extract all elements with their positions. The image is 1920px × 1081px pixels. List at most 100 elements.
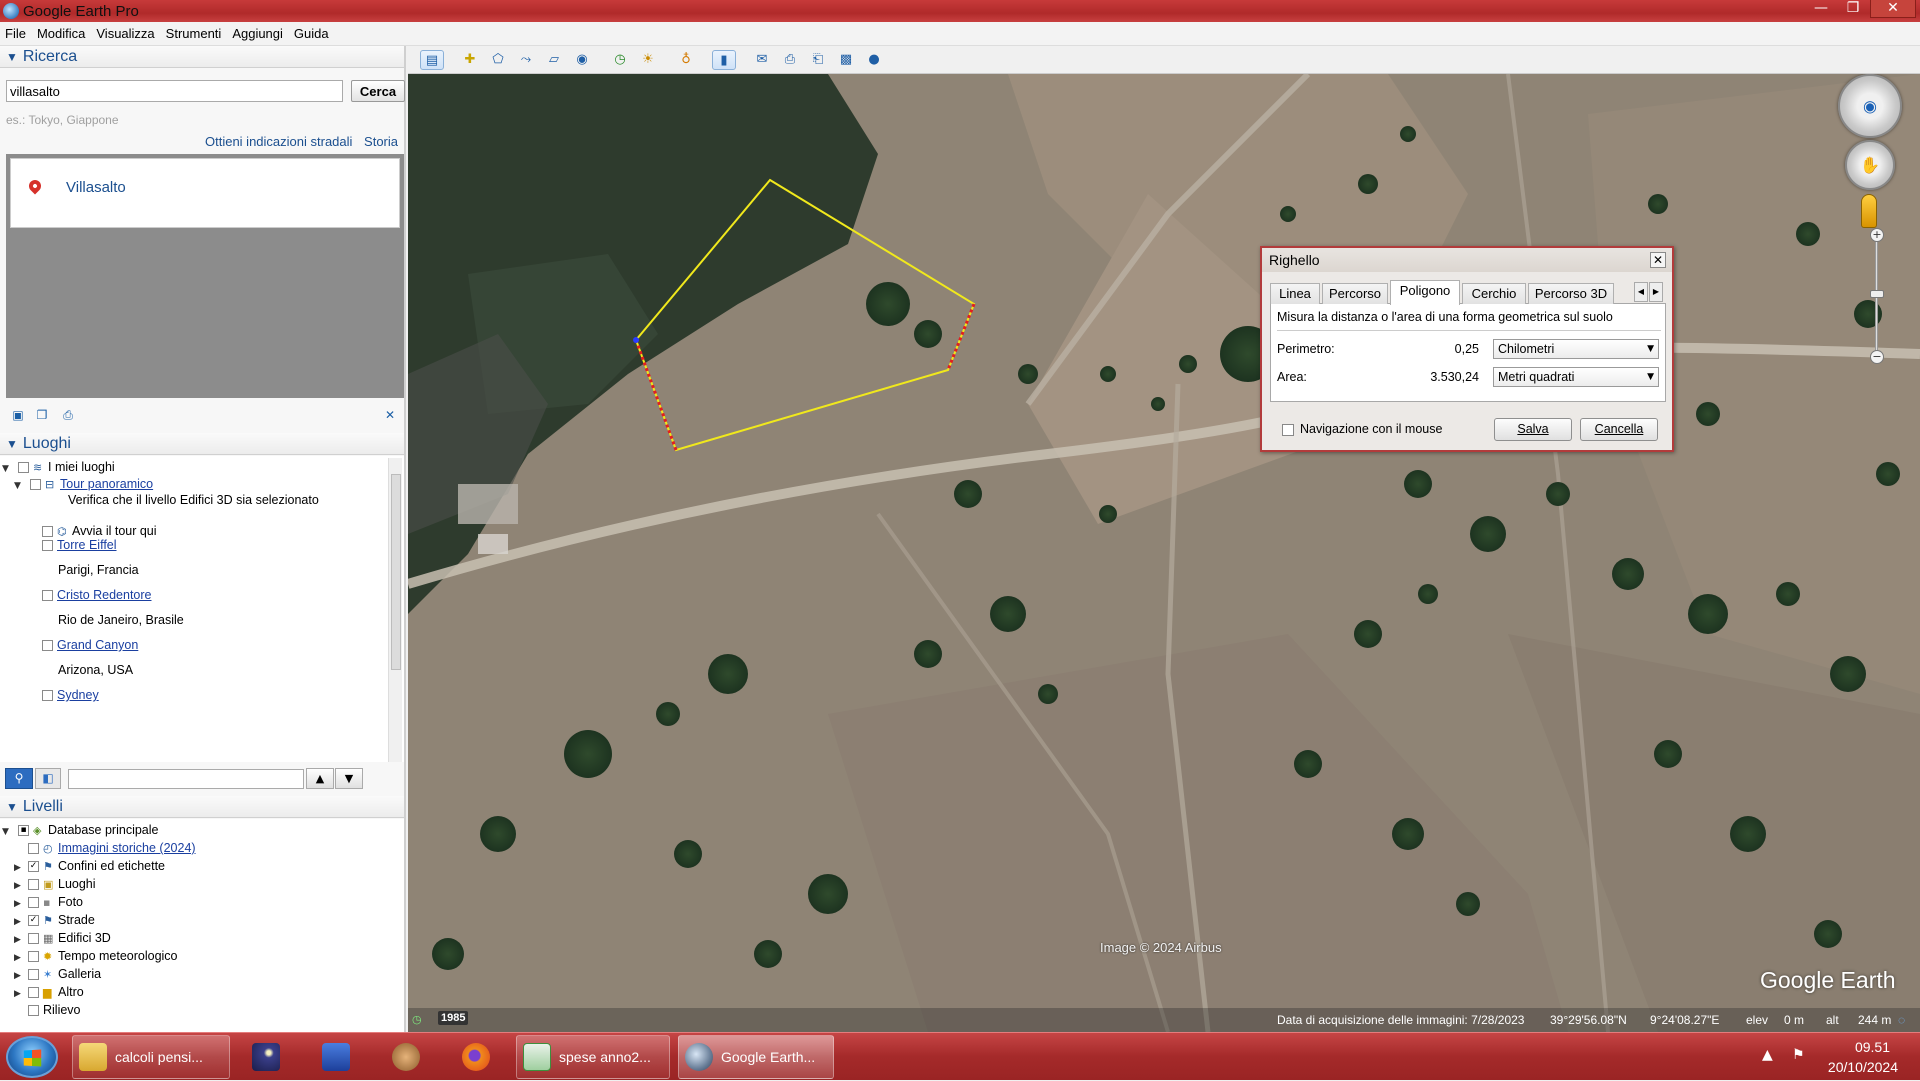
layer-terrain[interactable]: Rilievo <box>28 1003 81 1017</box>
add-folder-icon[interactable]: ▣ <box>10 408 26 422</box>
sunlight-icon[interactable]: ☀ <box>636 50 660 70</box>
add-path-icon[interactable]: ⤳ <box>514 50 538 70</box>
tab-poligono[interactable]: Poligono <box>1390 280 1460 305</box>
satellite-imagery[interactable] <box>408 74 1920 1032</box>
layer-other[interactable]: ▶ ▆ Altro <box>14 985 84 999</box>
expand-icon[interactable]: ▶ <box>14 953 24 963</box>
tab-scroll-left-icon[interactable]: ◀ <box>1634 282 1648 302</box>
layer-gallery[interactable]: ▶ ✶ Galleria <box>14 967 101 981</box>
taskbar-item-app[interactable] <box>308 1035 364 1079</box>
show-hidden-icons-icon[interactable]: ▲ <box>1762 1047 1773 1063</box>
search-result-name[interactable]: Villasalto <box>66 179 126 196</box>
zoom-slider[interactable]: + − <box>1870 228 1884 364</box>
expand-icon[interactable]: ▼ <box>2 464 12 474</box>
tree-item-sydney[interactable]: Sydney <box>42 688 99 702</box>
directions-link[interactable]: Ottieni indicazioni stradali <box>205 134 352 149</box>
dialog-close-icon[interactable]: ✕ <box>1650 252 1666 268</box>
checkbox[interactable] <box>42 590 53 602</box>
search-button[interactable]: Cerca <box>351 80 405 102</box>
action-center-flag-icon[interactable]: ⚑ <box>1792 1047 1805 1063</box>
print-icon[interactable]: ⎙ <box>778 50 802 70</box>
close-button[interactable]: ✕ <box>1870 0 1916 18</box>
checkbox[interactable]: ▪ <box>18 825 29 837</box>
add-polygon-icon[interactable]: ⬠ <box>486 50 510 70</box>
checkbox[interactable] <box>28 843 39 855</box>
layer-weather[interactable]: ▶ ✹ Tempo meteorologico <box>14 949 178 963</box>
zoom-out-button[interactable]: − <box>1870 350 1884 364</box>
layers-panel-header[interactable]: ▼ Livelli <box>0 796 404 818</box>
add-overlay-icon[interactable]: ▱ <box>542 50 566 70</box>
sidebar-toggle-icon[interactable]: ▤ <box>420 50 444 70</box>
clear-results-icon[interactable]: ✕ <box>382 408 398 422</box>
checkbox[interactable] <box>28 879 39 891</box>
tab-percorso-3d[interactable]: Percorso 3D <box>1528 283 1614 304</box>
look-joystick[interactable]: ◉ <box>1838 74 1902 138</box>
checkbox[interactable] <box>18 462 29 474</box>
menu-guida[interactable]: Guida <box>294 26 329 41</box>
minimize-button[interactable]: — <box>1806 0 1836 18</box>
map-view[interactable]: N ◉ ✋ + − <box>408 74 1920 1032</box>
collapse-triangle-icon[interactable]: ▼ <box>6 50 18 64</box>
checkbox[interactable] <box>28 951 39 963</box>
print-icon[interactable]: ⎙ <box>60 408 76 422</box>
expand-icon[interactable]: ▶ <box>14 881 24 891</box>
menu-modifica[interactable]: Modifica <box>37 26 85 41</box>
tree-item-grand-canyon[interactable]: Grand Canyon <box>42 638 138 652</box>
taskbar-item-firefox[interactable] <box>448 1035 504 1079</box>
expand-icon[interactable]: ▶ <box>14 989 24 999</box>
layer-photos[interactable]: ▶ ▪ Foto <box>14 895 83 909</box>
perimeter-unit-select[interactable]: Chilometri ▼ <box>1493 339 1659 359</box>
add-placemark-icon[interactable]: ✚ <box>458 50 482 70</box>
taskbar-item-creature[interactable] <box>378 1035 434 1079</box>
checkbox[interactable] <box>42 540 53 552</box>
places-filter-input[interactable] <box>68 769 304 789</box>
save-button[interactable]: Salva <box>1494 418 1572 441</box>
expand-icon[interactable]: ▶ <box>14 899 24 909</box>
checkbox[interactable]: ✓ <box>28 915 39 927</box>
tab-linea[interactable]: Linea <box>1270 283 1320 304</box>
menu-file[interactable]: File <box>5 26 26 41</box>
timeline-icon[interactable]: ◷ <box>412 1013 422 1026</box>
zoom-knob[interactable] <box>1870 290 1884 298</box>
search-panel-header[interactable]: ▼ Ricerca <box>0 46 404 68</box>
menu-visualizza[interactable]: Visualizza <box>96 26 154 41</box>
tree-item-eiffel[interactable]: Torre Eiffel <box>42 538 117 552</box>
imagery-year-badge[interactable]: 1985 <box>438 1011 469 1025</box>
taskbar-item-google-earth[interactable]: Google Earth... <box>678 1035 834 1079</box>
clock-time[interactable]: 09.51 <box>1855 1039 1890 1055</box>
historical-imagery-icon[interactable]: ◷ <box>608 50 632 70</box>
checkbox[interactable] <box>42 640 53 652</box>
checkbox[interactable] <box>28 969 39 981</box>
checkbox[interactable] <box>42 690 53 702</box>
places-panel-header[interactable]: ▼ Luoghi <box>0 433 404 455</box>
clock-date[interactable]: 20/10/2024 <box>1828 1059 1898 1075</box>
expand-icon[interactable]: ▶ <box>14 863 24 873</box>
checkbox[interactable] <box>1282 423 1294 436</box>
layer-3d-buildings[interactable]: ▶ ▦ Edifici 3D <box>14 931 111 945</box>
expand-icon[interactable]: ▼ <box>2 827 12 837</box>
menu-strumenti[interactable]: Strumenti <box>166 26 222 41</box>
clear-button[interactable]: Cancella <box>1580 418 1658 441</box>
panel-toggle-icon[interactable]: ◧ <box>35 768 61 789</box>
ruler-icon[interactable]: ▮ <box>712 50 736 70</box>
move-up-button[interactable]: ▲ <box>306 768 334 789</box>
search-input[interactable] <box>6 80 343 102</box>
maximize-button[interactable]: ❐ <box>1838 0 1868 18</box>
checkbox[interactable] <box>28 987 39 999</box>
checkbox[interactable] <box>28 1005 39 1017</box>
scrollbar-thumb[interactable] <box>391 474 401 670</box>
taskbar-item-folder[interactable]: calcoli pensi... <box>72 1035 230 1079</box>
collapse-triangle-icon[interactable]: ▼ <box>6 800 18 814</box>
expand-icon[interactable]: ▶ <box>14 917 24 927</box>
maps-icon[interactable]: ▩ <box>834 50 858 70</box>
layer-historical-imagery[interactable]: ◴ Immagini storiche (2024) <box>28 841 196 855</box>
earth-icon[interactable]: ● <box>862 50 886 70</box>
checkbox[interactable] <box>30 479 41 491</box>
move-down-button[interactable]: ▼ <box>335 768 363 789</box>
collapse-triangle-icon[interactable]: ▼ <box>6 437 18 451</box>
street-view-pegman-icon[interactable] <box>1861 194 1877 228</box>
places-scrollbar[interactable] <box>388 458 402 762</box>
tab-scroll-right-icon[interactable]: ▶ <box>1649 282 1663 302</box>
search-places-icon[interactable]: ⚲ <box>5 768 33 789</box>
expand-icon[interactable]: ▼ <box>14 481 24 491</box>
